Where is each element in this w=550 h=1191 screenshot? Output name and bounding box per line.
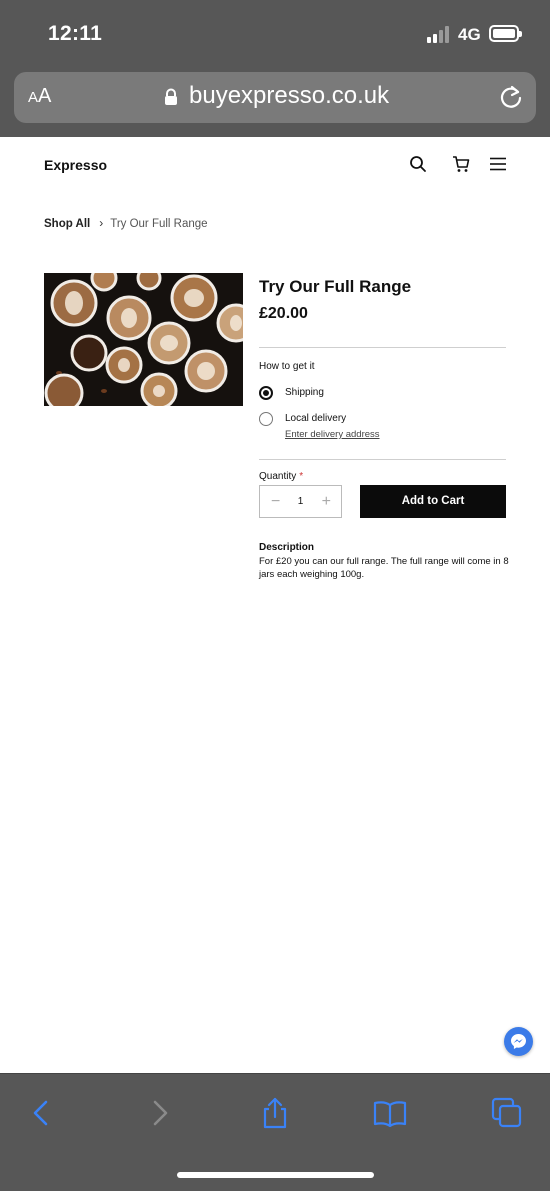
local-delivery-radio[interactable] (259, 412, 273, 426)
quantity-label: Quantity * (259, 471, 304, 482)
status-time: 12:11 (48, 22, 103, 45)
tabs-icon[interactable] (490, 1096, 524, 1130)
bookmarks-icon[interactable] (373, 1096, 407, 1130)
network-type: 4G (458, 25, 481, 44)
local-delivery-option-label[interactable]: Local delivery (285, 413, 346, 424)
url-text: buyexpresso.co.uk (189, 82, 390, 109)
quantity-stepper[interactable]: − 1 + (259, 485, 342, 518)
description-text: For £20 you can our full range. The full… (259, 556, 509, 580)
lock-icon (165, 88, 177, 105)
required-marker: * (299, 471, 304, 482)
breadcrumb-separator-icon: › (99, 216, 104, 230)
enter-delivery-address-link[interactable]: Enter delivery address (285, 429, 380, 440)
shipping-radio[interactable] (259, 386, 273, 400)
product-image[interactable] (44, 273, 243, 406)
share-icon[interactable] (258, 1096, 292, 1130)
description-title: Description (259, 542, 315, 553)
menu-icon[interactable] (489, 155, 507, 173)
divider (259, 347, 506, 348)
reload-icon[interactable] (498, 84, 524, 110)
increment-icon[interactable]: + (322, 493, 331, 511)
home-indicator (177, 1172, 374, 1178)
shipping-option-label[interactable]: Shipping (285, 387, 324, 398)
address-bar[interactable]: AA buyexpresso.co.uk (14, 72, 536, 123)
divider (259, 459, 506, 460)
breadcrumb-current: Try Our Full Range (110, 218, 208, 230)
messenger-chat-button[interactable] (504, 1027, 533, 1056)
cart-icon[interactable] (452, 155, 470, 173)
back-icon[interactable] (24, 1096, 58, 1130)
browser-top-chrome: 12:11 4G AA buyexpresso.co.uk (0, 0, 550, 137)
breadcrumb: Shop All › Try Our Full Range (44, 216, 208, 230)
add-to-cart-button[interactable]: Add to Cart (360, 485, 506, 518)
breadcrumb-shop-all[interactable]: Shop All (44, 218, 90, 230)
fulfillment-label: How to get it (259, 361, 315, 372)
product-price: £20.00 (259, 305, 308, 322)
forward-icon[interactable] (143, 1096, 177, 1130)
search-icon[interactable] (409, 155, 427, 173)
battery-icon (489, 25, 522, 42)
browser-toolbar (0, 1073, 550, 1191)
site-logo[interactable]: Expresso (44, 157, 107, 173)
product-title: Try Our Full Range (259, 277, 412, 296)
text-size-button[interactable]: AA (28, 85, 51, 108)
messenger-icon (511, 1034, 526, 1049)
cellular-signal-icon (427, 26, 451, 43)
